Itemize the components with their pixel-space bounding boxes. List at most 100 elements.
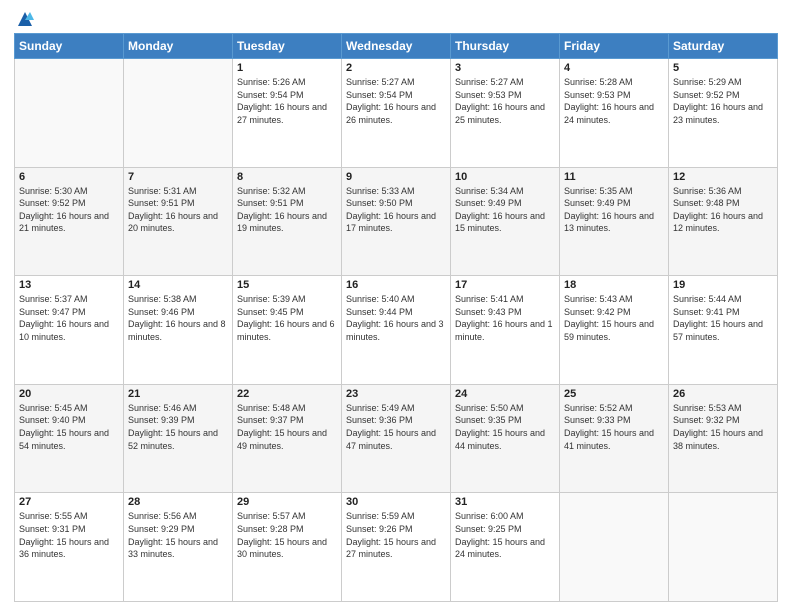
day-number: 18 (564, 279, 664, 291)
logo (14, 10, 34, 27)
day-info: Sunrise: 5:27 AMSunset: 9:54 PMDaylight:… (346, 76, 446, 126)
weekday-header: Friday (560, 34, 669, 59)
day-info: Sunrise: 5:55 AMSunset: 9:31 PMDaylight:… (19, 510, 119, 560)
calendar-cell: 27 Sunrise: 5:55 AMSunset: 9:31 PMDayligh… (15, 493, 124, 602)
calendar-cell: 26 Sunrise: 5:53 AMSunset: 9:32 PMDayligh… (669, 384, 778, 493)
calendar-cell: 15 Sunrise: 5:39 AMSunset: 9:45 PMDayligh… (233, 276, 342, 385)
calendar-week-row: 27 Sunrise: 5:55 AMSunset: 9:31 PMDayligh… (15, 493, 778, 602)
calendar-cell: 16 Sunrise: 5:40 AMSunset: 9:44 PMDayligh… (342, 276, 451, 385)
calendar-week-row: 6 Sunrise: 5:30 AMSunset: 9:52 PMDaylight… (15, 167, 778, 276)
day-number: 12 (673, 171, 773, 183)
calendar-cell: 14 Sunrise: 5:38 AMSunset: 9:46 PMDayligh… (124, 276, 233, 385)
day-number: 24 (455, 388, 555, 400)
day-info: Sunrise: 5:40 AMSunset: 9:44 PMDaylight:… (346, 293, 446, 343)
day-number: 25 (564, 388, 664, 400)
day-number: 13 (19, 279, 119, 291)
day-number: 17 (455, 279, 555, 291)
calendar-cell: 13 Sunrise: 5:37 AMSunset: 9:47 PMDayligh… (15, 276, 124, 385)
day-info: Sunrise: 5:56 AMSunset: 9:29 PMDaylight:… (128, 510, 228, 560)
calendar-cell: 6 Sunrise: 5:30 AMSunset: 9:52 PMDaylight… (15, 167, 124, 276)
day-number: 29 (237, 496, 337, 508)
header (14, 10, 778, 27)
day-info: Sunrise: 5:38 AMSunset: 9:46 PMDaylight:… (128, 293, 228, 343)
day-info: Sunrise: 5:37 AMSunset: 9:47 PMDaylight:… (19, 293, 119, 343)
day-number: 15 (237, 279, 337, 291)
calendar-cell: 22 Sunrise: 5:48 AMSunset: 9:37 PMDayligh… (233, 384, 342, 493)
calendar-cell (124, 59, 233, 168)
day-info: Sunrise: 6:00 AMSunset: 9:25 PMDaylight:… (455, 510, 555, 560)
weekday-header: Saturday (669, 34, 778, 59)
day-info: Sunrise: 5:30 AMSunset: 9:52 PMDaylight:… (19, 185, 119, 235)
day-info: Sunrise: 5:32 AMSunset: 9:51 PMDaylight:… (237, 185, 337, 235)
day-info: Sunrise: 5:33 AMSunset: 9:50 PMDaylight:… (346, 185, 446, 235)
weekday-header: Wednesday (342, 34, 451, 59)
day-number: 19 (673, 279, 773, 291)
day-number: 5 (673, 62, 773, 74)
day-number: 31 (455, 496, 555, 508)
calendar-cell: 18 Sunrise: 5:43 AMSunset: 9:42 PMDayligh… (560, 276, 669, 385)
day-info: Sunrise: 5:52 AMSunset: 9:33 PMDaylight:… (564, 402, 664, 452)
logo-icon (16, 10, 34, 28)
day-number: 20 (19, 388, 119, 400)
calendar-cell: 23 Sunrise: 5:49 AMSunset: 9:36 PMDayligh… (342, 384, 451, 493)
calendar-cell: 21Sunrise: 5:46 AMSunset: 9:39 PMDayligh… (124, 384, 233, 493)
day-number: 4 (564, 62, 664, 74)
calendar-cell: 24 Sunrise: 5:50 AMSunset: 9:35 PMDayligh… (451, 384, 560, 493)
day-number: 11 (564, 171, 664, 183)
calendar-week-row: 20 Sunrise: 5:45 AMSunset: 9:40 PMDayligh… (15, 384, 778, 493)
day-info: Sunrise: 5:59 AMSunset: 9:26 PMDaylight:… (346, 510, 446, 560)
day-info: Sunrise: 5:48 AMSunset: 9:37 PMDaylight:… (237, 402, 337, 452)
calendar-week-row: 1Sunrise: 5:26 AMSunset: 9:54 PMDaylight… (15, 59, 778, 168)
calendar-cell (669, 493, 778, 602)
day-info: Sunrise: 5:50 AMSunset: 9:35 PMDaylight:… (455, 402, 555, 452)
calendar-cell (560, 493, 669, 602)
day-number: 7 (128, 171, 228, 183)
calendar-table: SundayMondayTuesdayWednesdayThursdayFrid… (14, 33, 778, 602)
calendar-cell: 19 Sunrise: 5:44 AMSunset: 9:41 PMDayligh… (669, 276, 778, 385)
day-number: 30 (346, 496, 446, 508)
day-number: 6 (19, 171, 119, 183)
calendar-cell: 31 Sunrise: 6:00 AMSunset: 9:25 PMDayligh… (451, 493, 560, 602)
day-number: 14 (128, 279, 228, 291)
day-number: 23 (346, 388, 446, 400)
day-number: 26 (673, 388, 773, 400)
calendar-cell: 20 Sunrise: 5:45 AMSunset: 9:40 PMDayligh… (15, 384, 124, 493)
calendar-cell: 2Sunrise: 5:27 AMSunset: 9:54 PMDaylight… (342, 59, 451, 168)
calendar-cell: 30 Sunrise: 5:59 AMSunset: 9:26 PMDayligh… (342, 493, 451, 602)
calendar-week-row: 13 Sunrise: 5:37 AMSunset: 9:47 PMDayligh… (15, 276, 778, 385)
day-info: Sunrise: 5:27 AMSunset: 9:53 PMDaylight:… (455, 76, 555, 126)
day-number: 22 (237, 388, 337, 400)
day-number: 28 (128, 496, 228, 508)
day-info: Sunrise: 5:34 AMSunset: 9:49 PMDaylight:… (455, 185, 555, 235)
calendar-cell: 5 Sunrise: 5:29 AMSunset: 9:52 PMDaylight… (669, 59, 778, 168)
day-info: Sunrise: 5:45 AMSunset: 9:40 PMDaylight:… (19, 402, 119, 452)
weekday-header: Thursday (451, 34, 560, 59)
day-number: 27 (19, 496, 119, 508)
day-info: Sunrise: 5:29 AMSunset: 9:52 PMDaylight:… (673, 76, 773, 126)
day-info: Sunrise: 5:28 AMSunset: 9:53 PMDaylight:… (564, 76, 664, 126)
day-info: Sunrise: 5:44 AMSunset: 9:41 PMDaylight:… (673, 293, 773, 343)
page: SundayMondayTuesdayWednesdayThursdayFrid… (0, 0, 792, 612)
calendar-cell: 28 Sunrise: 5:56 AMSunset: 9:29 PMDayligh… (124, 493, 233, 602)
day-info: Sunrise: 5:31 AMSunset: 9:51 PMDaylight:… (128, 185, 228, 235)
day-info: Sunrise: 5:35 AMSunset: 9:49 PMDaylight:… (564, 185, 664, 235)
calendar-cell: 3Sunrise: 5:27 AMSunset: 9:53 PMDaylight… (451, 59, 560, 168)
calendar-cell: 4 Sunrise: 5:28 AMSunset: 9:53 PMDaylight… (560, 59, 669, 168)
day-info: Sunrise: 5:43 AMSunset: 9:42 PMDaylight:… (564, 293, 664, 343)
weekday-header: Sunday (15, 34, 124, 59)
day-info: Sunrise: 5:53 AMSunset: 9:32 PMDaylight:… (673, 402, 773, 452)
weekday-header: Tuesday (233, 34, 342, 59)
day-number: 8 (237, 171, 337, 183)
calendar-cell (15, 59, 124, 168)
day-number: 21 (128, 388, 228, 400)
day-number: 16 (346, 279, 446, 291)
calendar-header-row: SundayMondayTuesdayWednesdayThursdayFrid… (15, 34, 778, 59)
day-info: Sunrise: 5:39 AMSunset: 9:45 PMDaylight:… (237, 293, 337, 343)
day-info: Sunrise: 5:41 AMSunset: 9:43 PMDaylight:… (455, 293, 555, 343)
calendar-cell: 8 Sunrise: 5:32 AMSunset: 9:51 PMDaylight… (233, 167, 342, 276)
calendar-cell: 17 Sunrise: 5:41 AMSunset: 9:43 PMDayligh… (451, 276, 560, 385)
calendar-cell: 10Sunrise: 5:34 AMSunset: 9:49 PMDayligh… (451, 167, 560, 276)
calendar-cell: 11 Sunrise: 5:35 AMSunset: 9:49 PMDayligh… (560, 167, 669, 276)
calendar-cell: 1Sunrise: 5:26 AMSunset: 9:54 PMDaylight… (233, 59, 342, 168)
day-info: Sunrise: 5:49 AMSunset: 9:36 PMDaylight:… (346, 402, 446, 452)
